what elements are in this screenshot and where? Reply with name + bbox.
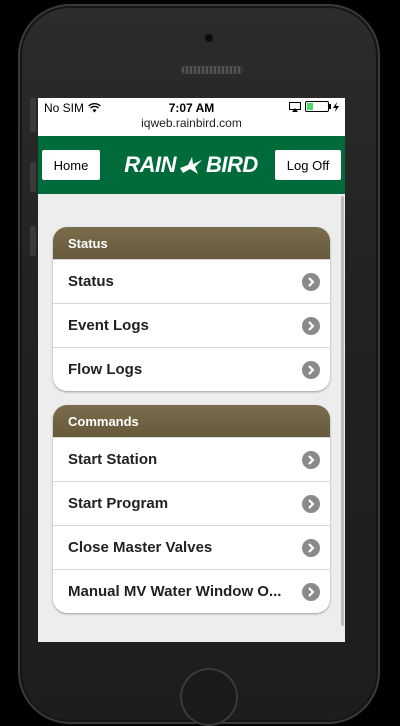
- chevron-right-icon: [302, 450, 320, 469]
- phone-screen: No SIM 7:07 AM iqweb.rainbird.com Home R…: [38, 98, 345, 642]
- url-bar[interactable]: iqweb.rainbird.com: [38, 116, 345, 134]
- volume-down-button: [30, 226, 36, 256]
- menu-item-close-master-valves[interactable]: Close Master Valves: [53, 525, 330, 569]
- battery-icon: [305, 101, 331, 112]
- volume-up-button: [30, 162, 36, 192]
- charging-icon: [333, 101, 339, 112]
- logo-text-bird: BIRD: [206, 152, 258, 177]
- logo-text-rain: RAIN: [124, 152, 176, 177]
- menu-item-start-program[interactable]: Start Program: [53, 481, 330, 525]
- menu-item-label: Start Station: [68, 451, 158, 468]
- menu-item-label: Close Master Valves: [68, 539, 213, 556]
- front-camera: [203, 32, 215, 44]
- menu-item-event-logs[interactable]: Event Logs: [53, 303, 330, 347]
- menu-item-label: Status: [68, 273, 114, 290]
- rainbird-logo: RAIN BIRD: [116, 152, 266, 178]
- home-button[interactable]: Home: [42, 150, 100, 180]
- menu-item-label: Start Program: [68, 495, 169, 512]
- menu-item-manual-mv-water-window[interactable]: Manual MV Water Window O...: [53, 569, 330, 613]
- mute-switch: [30, 98, 36, 132]
- scrollbar[interactable]: [341, 196, 344, 626]
- chevron-right-icon: [302, 582, 320, 601]
- app-header: Home RAIN BIRD Log Off: [38, 136, 345, 194]
- chevron-right-icon: [302, 316, 320, 335]
- commands-group: Commands Start Station Start Program Clo…: [53, 405, 330, 613]
- chevron-right-icon: [302, 538, 320, 557]
- status-group: Status Status Event Logs Flow Logs: [53, 227, 330, 391]
- menu-item-label: Flow Logs: [68, 361, 143, 378]
- menu-item-start-station[interactable]: Start Station: [53, 437, 330, 481]
- logoff-button[interactable]: Log Off: [275, 150, 341, 180]
- status-bar: No SIM 7:07 AM: [38, 98, 345, 118]
- menu-item-status[interactable]: Status: [53, 259, 330, 303]
- menu-item-label: Event Logs: [68, 317, 149, 334]
- screen-mirror-icon: [289, 101, 301, 112]
- chevron-right-icon: [302, 272, 320, 291]
- earpiece-speaker: [181, 66, 243, 74]
- bird-icon: [180, 157, 202, 174]
- chevron-right-icon: [302, 494, 320, 513]
- chevron-right-icon: [302, 360, 320, 379]
- commands-group-header: Commands: [53, 405, 330, 437]
- status-group-header: Status: [53, 227, 330, 259]
- menu-item-label: Manual MV Water Window O...: [68, 583, 282, 600]
- home-hardware-button[interactable]: [180, 668, 238, 726]
- menu-item-flow-logs[interactable]: Flow Logs: [53, 347, 330, 391]
